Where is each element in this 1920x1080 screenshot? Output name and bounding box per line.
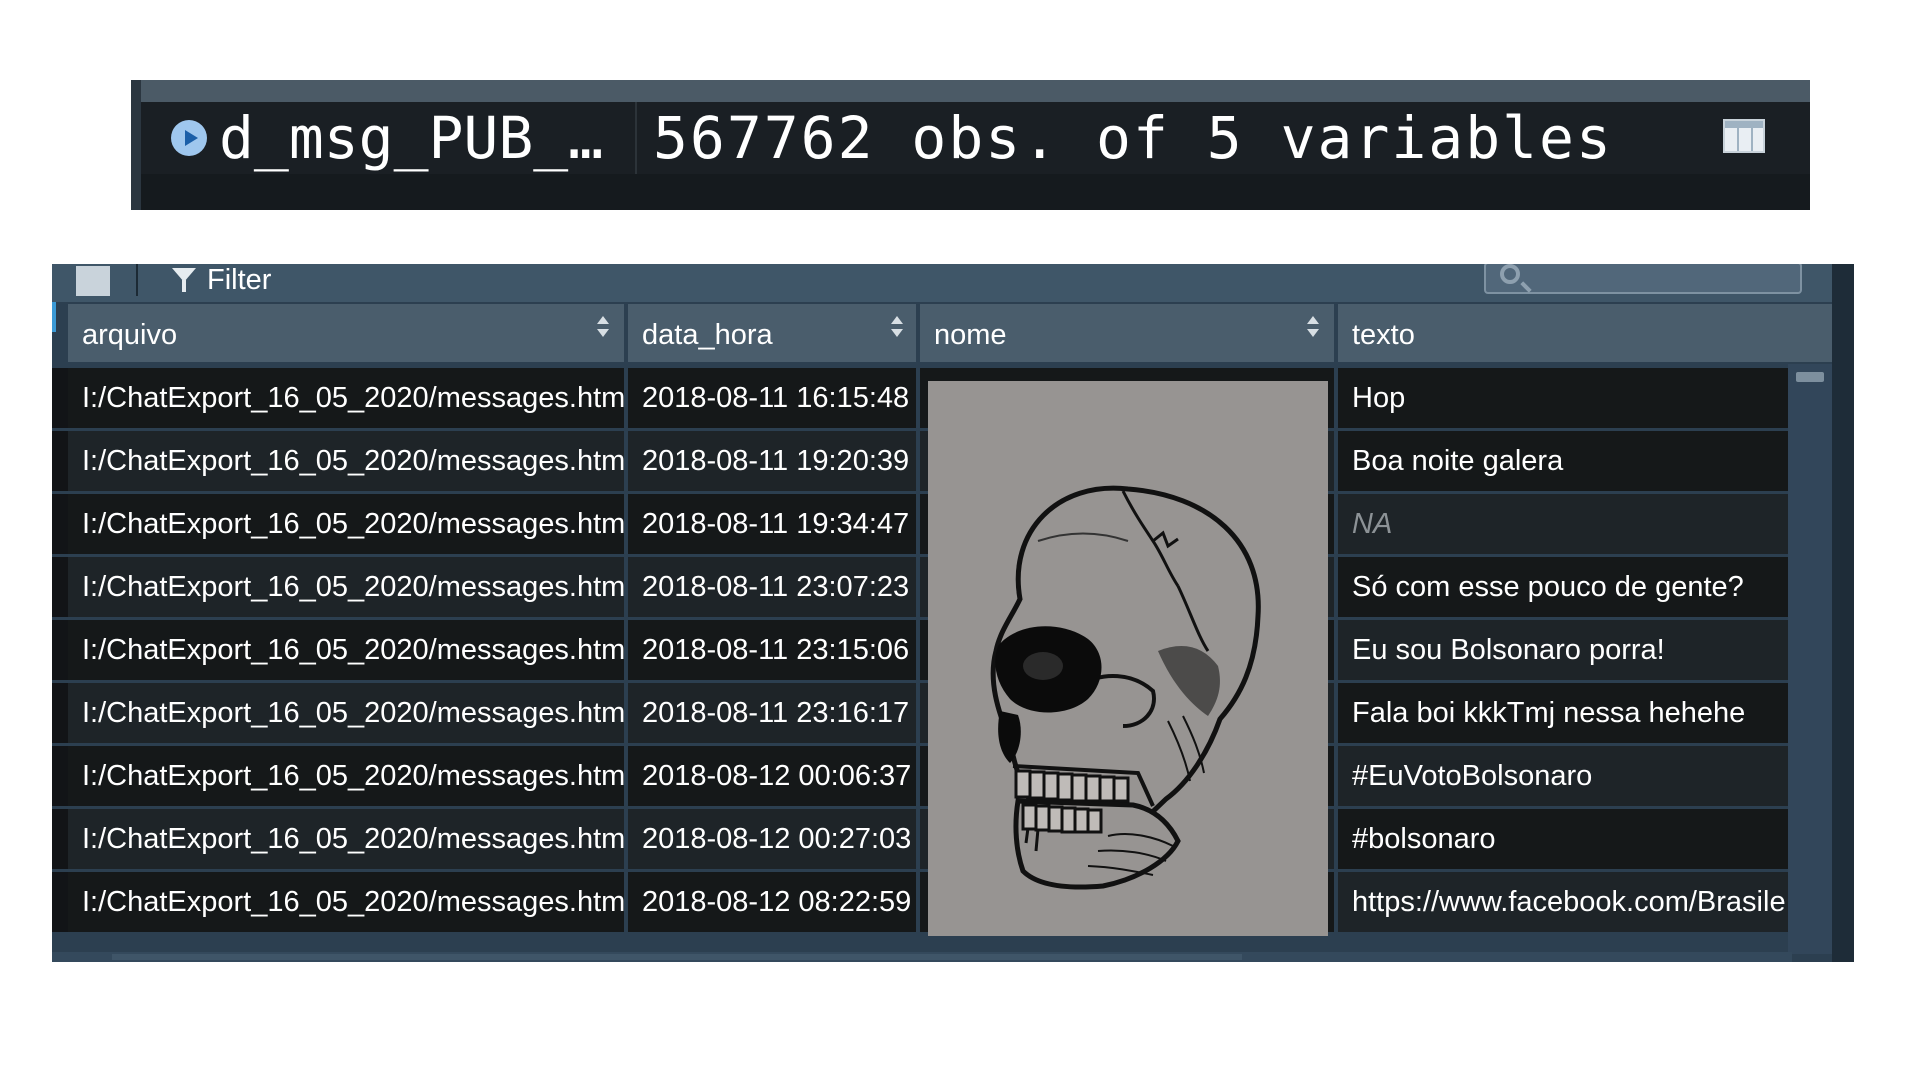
row-number: [52, 431, 68, 491]
cell-texto[interactable]: Só com esse pouco de gente?: [1338, 557, 1788, 617]
cell-data-hora[interactable]: 2018-08-11 23:07:23: [628, 557, 916, 617]
sort-arrows-icon[interactable]: [890, 316, 904, 340]
cell-data-hora[interactable]: 2018-08-12 00:27:03: [628, 809, 916, 869]
row-number: [52, 746, 68, 806]
cell-data-hora[interactable]: 2018-08-11 19:34:47: [628, 494, 916, 554]
column-header-label: nome: [934, 319, 1007, 351]
cell-arquivo[interactable]: I:/ChatExport_16_05_2020/messages.html: [68, 431, 624, 491]
cell-texto[interactable]: #EuVotoBolsonaro: [1338, 746, 1788, 806]
environment-object-row[interactable]: d_msg_PUB_… 567762 obs. of 5 variables: [141, 102, 1810, 174]
cell-texto[interactable]: Hop: [1338, 368, 1788, 428]
cell-arquivo[interactable]: I:/ChatExport_16_05_2020/messages.html: [68, 746, 624, 806]
cell-arquivo[interactable]: I:/ChatExport_16_05_2020/messages.html: [68, 620, 624, 680]
filter-label: Filter: [207, 264, 272, 296]
skull-illustration: [928, 381, 1328, 936]
row-number: [52, 809, 68, 869]
scrollbar-thumb[interactable]: [1796, 372, 1824, 382]
row-number: [52, 620, 68, 680]
data-viewer: Filter arquivo data_hora nome texto I:/C…: [52, 264, 1854, 962]
horizontal-scrollbar[interactable]: [52, 952, 1792, 962]
column-header-label: arquivo: [82, 319, 178, 351]
row-number: [52, 494, 68, 554]
object-summary: 567762 obs. of 5 variables: [653, 104, 1613, 172]
toolbar-separator: [136, 264, 138, 296]
search-icon: [1500, 264, 1520, 284]
cell-texto[interactable]: https://www.facebook.com/Brasile: [1338, 872, 1788, 932]
cell-texto[interactable]: Fala boi kkkTmj nessa hehehe: [1338, 683, 1788, 743]
horizontal-scrollbar-thumb[interactable]: [112, 954, 1242, 960]
row-number: [52, 872, 68, 932]
cell-arquivo[interactable]: I:/ChatExport_16_05_2020/messages.html: [68, 368, 624, 428]
cell-arquivo[interactable]: I:/ChatExport_16_05_2020/messages.html: [68, 809, 624, 869]
vertical-scrollbar[interactable]: [1788, 364, 1832, 954]
cell-texto[interactable]: #bolsonaro: [1338, 809, 1788, 869]
cell-texto-na[interactable]: NA: [1338, 494, 1788, 554]
column-header-arquivo[interactable]: arquivo: [68, 304, 624, 362]
funnel-icon-stem: [182, 280, 186, 292]
viewer-toolbar: Filter: [52, 264, 1854, 302]
back-arrow-icon[interactable]: [76, 266, 110, 296]
column-header-texto[interactable]: texto: [1338, 304, 1832, 362]
row-number: [52, 683, 68, 743]
grid-table-icon[interactable]: [1723, 119, 1765, 153]
cell-data-hora[interactable]: 2018-08-12 00:06:37: [628, 746, 916, 806]
environment-header-strip: [131, 80, 1810, 102]
cell-texto[interactable]: Boa noite galera: [1338, 431, 1788, 491]
row-number: [52, 368, 68, 428]
environment-pane: d_msg_PUB_… 567762 obs. of 5 variables: [131, 80, 1810, 210]
table-header: arquivo data_hora nome texto: [52, 302, 1854, 364]
column-header-data-hora[interactable]: data_hora: [628, 304, 916, 362]
cell-texto[interactable]: Eu sou Bolsonaro porra!: [1338, 620, 1788, 680]
column-header-label: data_hora: [642, 319, 773, 351]
cell-data-hora[interactable]: 2018-08-12 08:22:59: [628, 872, 916, 932]
column-divider: [635, 102, 637, 174]
table-body: I:/ChatExport_16_05_2020/messages.html 2…: [52, 364, 1788, 956]
object-name: d_msg_PUB_…: [219, 104, 604, 172]
row-number: [52, 557, 68, 617]
environment-left-edge: [131, 80, 141, 210]
column-header-nome[interactable]: nome: [920, 304, 1334, 362]
cell-arquivo[interactable]: I:/ChatExport_16_05_2020/messages.html: [68, 557, 624, 617]
cell-data-hora[interactable]: 2018-08-11 23:15:06: [628, 620, 916, 680]
cell-arquivo[interactable]: I:/ChatExport_16_05_2020/messages.html: [68, 872, 624, 932]
viewer-right-edge: [1832, 264, 1854, 962]
row-number-header-strip: [52, 302, 56, 332]
play-circle-icon[interactable]: [171, 120, 207, 156]
cell-arquivo[interactable]: I:/ChatExport_16_05_2020/messages.html: [68, 683, 624, 743]
skull-icon: [990, 485, 1261, 890]
cell-data-hora[interactable]: 2018-08-11 23:16:17: [628, 683, 916, 743]
column-header-label: texto: [1352, 319, 1415, 351]
sort-arrows-icon[interactable]: [596, 316, 610, 340]
cell-data-hora[interactable]: 2018-08-11 19:20:39: [628, 431, 916, 491]
cell-data-hora[interactable]: 2018-08-11 16:15:48: [628, 368, 916, 428]
cell-arquivo[interactable]: I:/ChatExport_16_05_2020/messages.html: [68, 494, 624, 554]
sort-arrows-icon[interactable]: [1306, 316, 1320, 340]
